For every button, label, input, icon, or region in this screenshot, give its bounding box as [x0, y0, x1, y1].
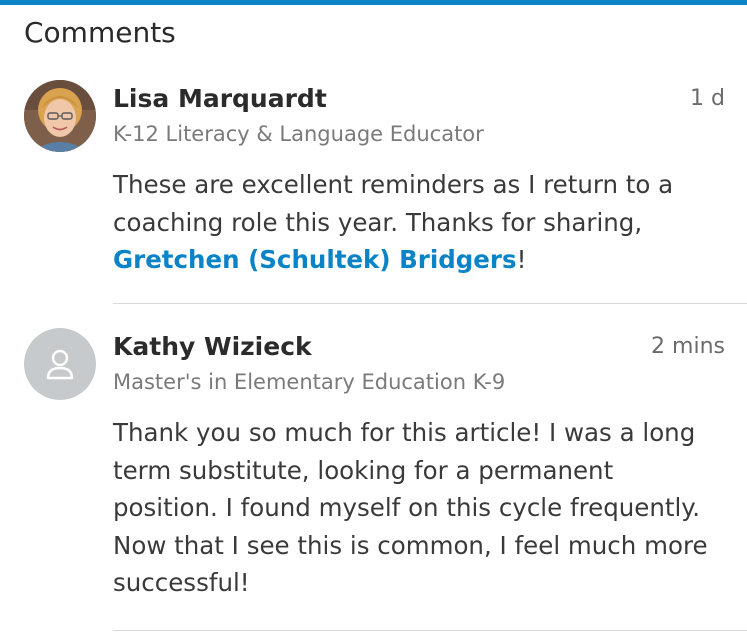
comment-text-part: These are excellent reminders as I retur…: [113, 170, 674, 237]
comment-text: Thank you so much for this article! I wa…: [113, 418, 708, 597]
avatar[interactable]: [24, 328, 96, 400]
author-headline: K-12 Literacy & Language Educator: [113, 122, 484, 146]
author-name[interactable]: Kathy Wizieck: [113, 330, 312, 364]
author-headline: Master's in Elementary Education K-9: [113, 370, 506, 394]
comment-divider: [113, 630, 747, 631]
comment-text: These are excellent reminders as I retur…: [113, 166, 725, 279]
comments-heading: Comments: [24, 16, 176, 49]
top-accent-bar: [0, 0, 747, 5]
comment-item: Lisa Marquardt 1 d K-12 Literacy & Langu…: [0, 78, 747, 304]
mention-link[interactable]: Gretchen (Schultek) Bridgers: [113, 245, 517, 274]
profile-photo-icon: [24, 80, 96, 152]
avatar[interactable]: [24, 80, 96, 152]
comment-divider: [113, 303, 747, 304]
comment-timestamp: 2 mins: [651, 334, 725, 359]
author-name[interactable]: Lisa Marquardt: [113, 82, 327, 116]
comment-item: Kathy Wizieck 2 mins Master's in Element…: [0, 326, 747, 632]
comment-text-part: !: [516, 245, 527, 274]
default-person-icon: [46, 349, 74, 380]
comment-timestamp: 1 d: [690, 86, 725, 111]
